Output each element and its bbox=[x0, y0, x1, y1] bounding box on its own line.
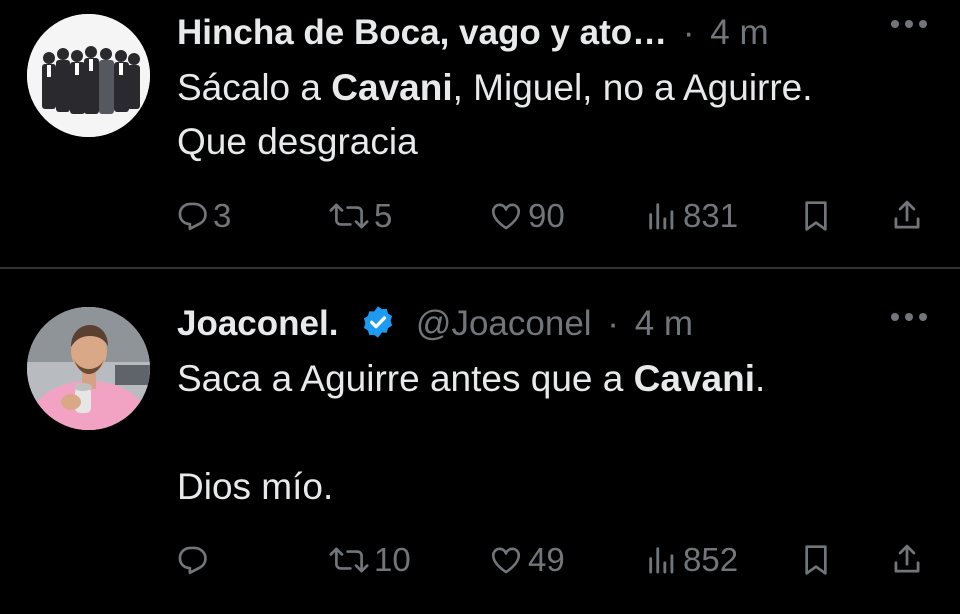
text-line: Que desgracia bbox=[177, 121, 418, 162]
like-button[interactable]: 90 bbox=[488, 191, 565, 241]
views-icon bbox=[649, 547, 674, 574]
share-icon bbox=[894, 544, 920, 573]
player-photo-avatar bbox=[27, 307, 150, 430]
handle[interactable]: @Joaconel bbox=[416, 304, 592, 343]
heart-icon bbox=[491, 203, 521, 230]
like-count: 90 bbox=[528, 197, 565, 234]
share-button[interactable] bbox=[890, 191, 924, 241]
separator: · bbox=[682, 13, 695, 52]
text-line: Sácalo a Cavani, Miguel, no a Aguirre. bbox=[177, 67, 813, 108]
repost-count: 10 bbox=[374, 541, 411, 578]
repost-icon bbox=[329, 203, 369, 229]
timestamp[interactable]: 4 m bbox=[710, 13, 768, 52]
views-button[interactable]: 852 bbox=[645, 535, 738, 585]
bookmark-button[interactable] bbox=[800, 191, 832, 241]
separator: · bbox=[607, 304, 619, 343]
text-line: Dios mío. bbox=[177, 466, 334, 507]
bookmark-button[interactable] bbox=[800, 535, 832, 585]
tweet-header: Hincha de Boca, vago y ato… · 4 m bbox=[177, 9, 940, 57]
like-count: 49 bbox=[528, 541, 565, 578]
timestamp[interactable]: 4 m bbox=[635, 304, 693, 343]
reply-button[interactable] bbox=[175, 535, 213, 585]
bookmark-icon bbox=[805, 201, 827, 231]
share-button[interactable] bbox=[890, 535, 924, 585]
more-icon[interactable] bbox=[888, 309, 930, 325]
tweet-header: Joaconel. @Joaconel · 4 m bbox=[177, 300, 940, 348]
group-photo-avatar bbox=[27, 14, 150, 137]
views-button[interactable]: 831 bbox=[645, 191, 738, 241]
divider bbox=[0, 267, 960, 269]
display-name[interactable]: Joaconel. bbox=[177, 304, 338, 343]
bookmark-icon bbox=[805, 545, 827, 575]
reply-icon bbox=[178, 202, 207, 231]
tweet-text: Sácalo a Cavani, Miguel, no a Aguirre. Q… bbox=[177, 61, 930, 169]
tweet[interactable]: Joaconel. @Joaconel · 4 m Saca a Aguirre… bbox=[0, 270, 960, 614]
more-icon[interactable] bbox=[888, 16, 930, 32]
avatar[interactable] bbox=[27, 14, 150, 137]
reply-icon bbox=[178, 546, 207, 575]
reply-button[interactable]: 3 bbox=[175, 191, 231, 241]
like-button[interactable]: 49 bbox=[488, 535, 565, 585]
views-count: 831 bbox=[683, 197, 739, 234]
tweet[interactable]: Hincha de Boca, vago y ato… · 4 m Sácalo… bbox=[0, 0, 960, 268]
heart-icon bbox=[491, 547, 521, 574]
views-icon bbox=[649, 203, 674, 230]
tweet-actions: 10 49 852 bbox=[0, 535, 960, 585]
avatar[interactable] bbox=[27, 307, 150, 430]
text-line: Saca a Aguirre antes que a Cavani. bbox=[177, 358, 766, 399]
share-icon bbox=[894, 200, 920, 229]
views-count: 852 bbox=[683, 541, 739, 578]
tweet-actions: 3 5 90 831 bbox=[0, 191, 960, 241]
repost-button[interactable]: 10 bbox=[328, 535, 411, 585]
reply-count: 3 bbox=[213, 197, 232, 234]
repost-count: 5 bbox=[374, 197, 393, 234]
verified-badge-icon[interactable] bbox=[360, 304, 396, 340]
tweet-text: Saca a Aguirre antes que a Cavani. Dios … bbox=[177, 352, 930, 514]
repost-button[interactable]: 5 bbox=[328, 191, 392, 241]
display-name[interactable]: Hincha de Boca, vago y ato… bbox=[177, 13, 667, 52]
repost-icon bbox=[329, 547, 369, 573]
